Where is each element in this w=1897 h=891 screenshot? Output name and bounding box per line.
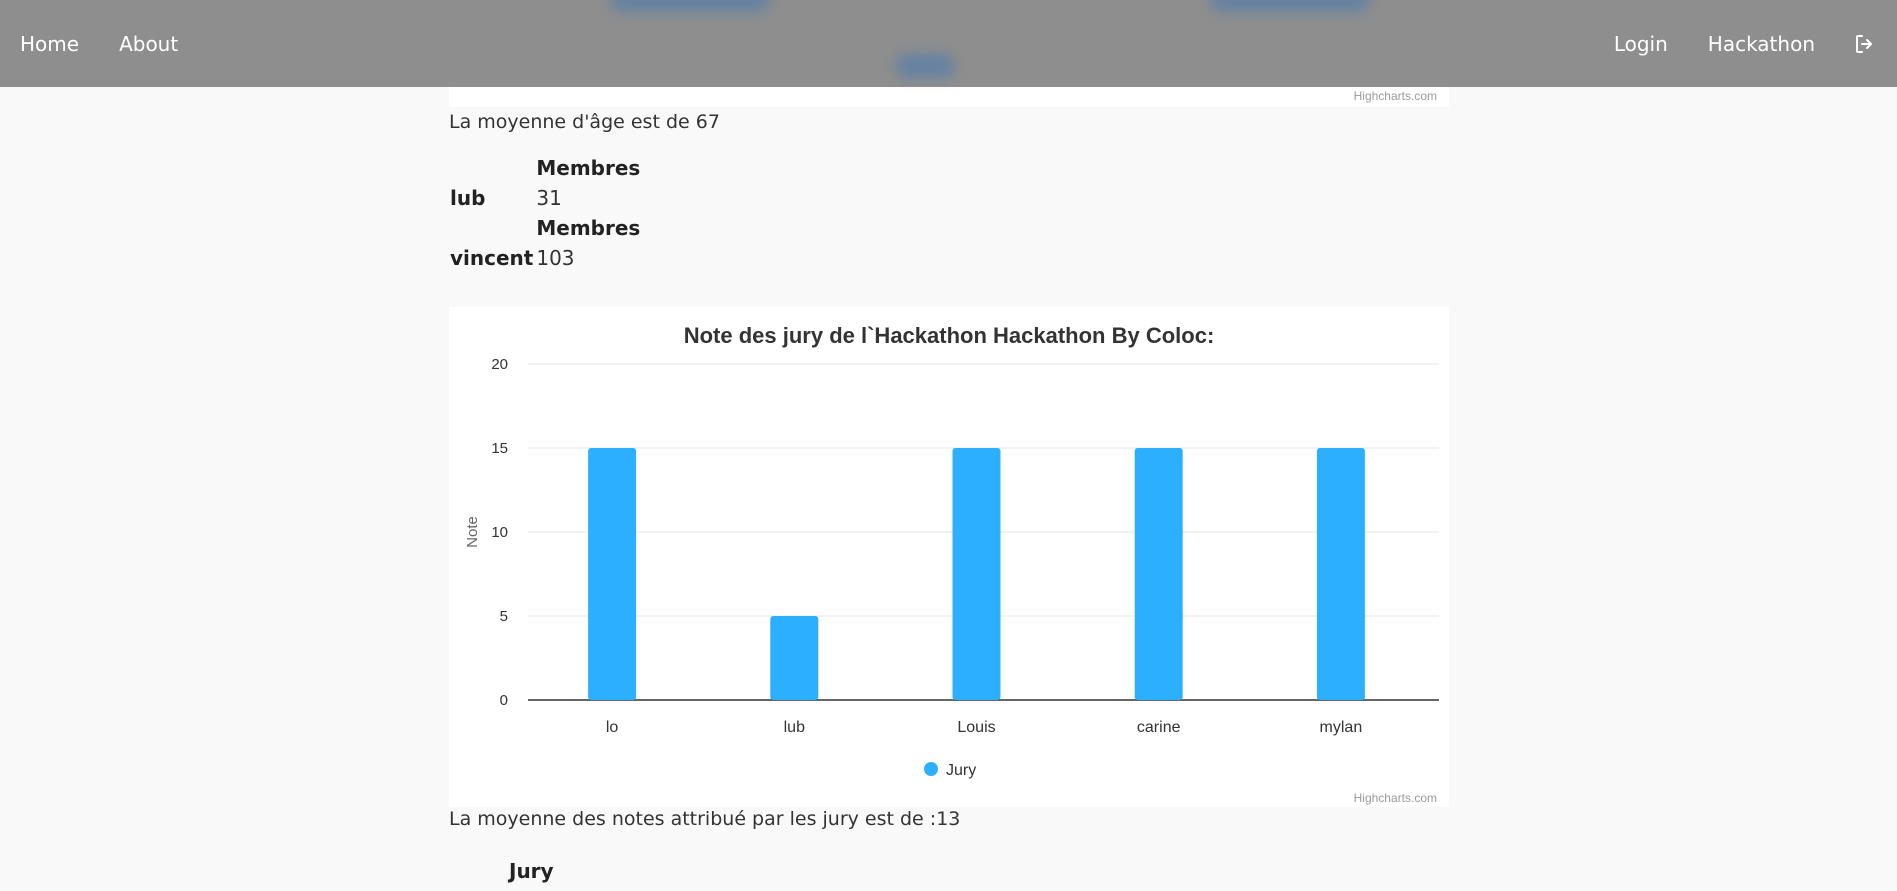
x-tick-label: carine bbox=[1137, 719, 1181, 736]
table-header-row: Membres bbox=[449, 213, 642, 243]
age-average-text: La moyenne d'âge est de 67 bbox=[449, 111, 720, 133]
blurred-chart-remnant bbox=[610, 0, 770, 12]
chart-bars bbox=[588, 448, 1365, 700]
chart-x-ticks: lo lub Louis carine mylan bbox=[606, 719, 1362, 736]
y-tick-label: 5 bbox=[500, 608, 508, 625]
blurred-chart-remnant bbox=[1210, 0, 1370, 12]
members-header: Membres bbox=[536, 216, 641, 240]
members-table: Membres lub 31 Membres vincent 103 bbox=[449, 153, 642, 273]
nav-home-link[interactable]: Home bbox=[20, 32, 79, 56]
x-tick-label: lo bbox=[606, 719, 619, 736]
member-name: lub bbox=[450, 186, 486, 210]
chart-bar[interactable] bbox=[770, 616, 819, 700]
x-tick-label: mylan bbox=[1320, 719, 1363, 736]
member-count: 103 bbox=[536, 246, 575, 270]
table-row: vincent 103 bbox=[449, 243, 642, 273]
y-tick-label: 15 bbox=[491, 440, 508, 457]
chart-bar[interactable] bbox=[588, 448, 637, 700]
nav-left: Home About bbox=[20, 32, 218, 56]
previous-chart-footer: Highcharts.com bbox=[449, 87, 1449, 107]
chart-bar[interactable] bbox=[1134, 448, 1183, 700]
chart-bar[interactable] bbox=[1316, 448, 1365, 700]
jury-notes-chart: Note des jury de l`Hackathon Hackathon B… bbox=[449, 307, 1449, 807]
main-content: Highcharts.com La moyenne d'âge est de 6… bbox=[449, 87, 1449, 883]
chart-svg: Note des jury de l`Hackathon Hackathon B… bbox=[464, 323, 1439, 779]
chart-y-ticks: 0 5 10 15 20 bbox=[491, 356, 508, 709]
table-header-row: Membres bbox=[449, 153, 642, 183]
chart-y-axis-title: Note bbox=[464, 516, 481, 548]
chart-bar[interactable] bbox=[952, 448, 1001, 700]
chart-title: Note des jury de l`Hackathon Hackathon B… bbox=[684, 323, 1215, 348]
notes-average-text: La moyenne des notes attribué par les ju… bbox=[449, 808, 961, 830]
x-tick-label: Louis bbox=[957, 719, 995, 736]
jury-header: Jury bbox=[509, 859, 554, 883]
logout-icon[interactable] bbox=[1853, 32, 1877, 56]
member-name: vincent bbox=[450, 246, 534, 270]
members-header: Membres bbox=[536, 156, 641, 180]
y-tick-label: 10 bbox=[491, 524, 508, 541]
y-tick-label: 0 bbox=[500, 692, 508, 709]
member-count: 31 bbox=[536, 186, 562, 210]
blurred-chart-remnant bbox=[895, 54, 955, 78]
nav-right: Login Hackathon bbox=[1574, 32, 1877, 56]
highcharts-credits[interactable]: Highcharts.com bbox=[1354, 89, 1437, 103]
x-tick-label: lub bbox=[784, 719, 805, 736]
nav-login-link[interactable]: Login bbox=[1614, 32, 1668, 56]
nav-hackathon-link[interactable]: Hackathon bbox=[1708, 32, 1815, 56]
table-row: lub 31 bbox=[449, 183, 642, 213]
legend-label[interactable]: Jury bbox=[946, 762, 976, 779]
legend-symbol[interactable] bbox=[924, 762, 938, 776]
y-tick-label: 20 bbox=[491, 356, 508, 373]
highcharts-credits[interactable]: Highcharts.com bbox=[1354, 791, 1437, 805]
nav-about-link[interactable]: About bbox=[119, 32, 178, 56]
chart-legend[interactable]: Jury bbox=[924, 762, 976, 779]
